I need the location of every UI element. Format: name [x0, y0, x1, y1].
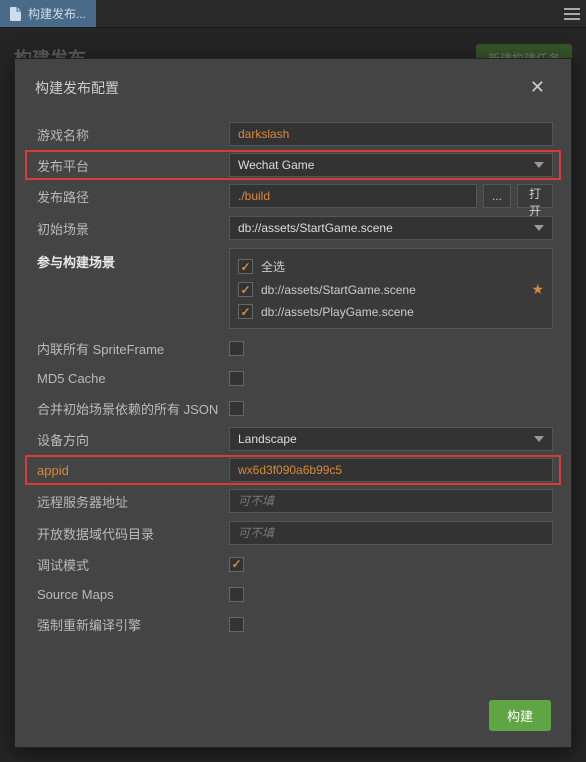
- row-open-data: 开放数据域代码目录: [33, 517, 553, 549]
- browse-button[interactable]: ...: [483, 184, 511, 208]
- hamburger-icon: [564, 8, 580, 20]
- open-data-input[interactable]: [229, 521, 553, 545]
- label-merge-json: 合并初始场景依赖的所有 JSON: [33, 399, 229, 418]
- document-icon: [10, 7, 22, 21]
- tab-build[interactable]: 构建发布...: [0, 0, 96, 27]
- select-all-label: 全选: [261, 258, 285, 275]
- md5-checkbox[interactable]: [229, 371, 244, 386]
- game-name-input[interactable]: [229, 122, 553, 146]
- label-start-scene: 初始场景: [33, 219, 229, 238]
- tab-bar: 构建发布...: [0, 0, 586, 28]
- row-platform: 发布平台 Wechat Game: [25, 150, 561, 180]
- select-all-checkbox[interactable]: [238, 259, 253, 274]
- chevron-down-icon: [534, 225, 544, 231]
- row-remote-server: 远程服务器地址: [33, 485, 553, 517]
- orientation-select[interactable]: Landscape: [229, 427, 553, 451]
- label-game-name: 游戏名称: [33, 125, 229, 144]
- label-scenes: 参与构建场景: [33, 248, 229, 271]
- inline-sprite-checkbox[interactable]: [229, 341, 244, 356]
- row-md5: MD5 Cache: [33, 363, 553, 393]
- row-source-maps: Source Maps: [33, 579, 553, 609]
- debug-checkbox[interactable]: [229, 557, 244, 572]
- row-debug: 调试模式: [33, 549, 553, 579]
- scene-path: db://assets/PlayGame.scene: [261, 305, 414, 319]
- menu-button[interactable]: [558, 0, 586, 27]
- label-inline-sprite: 内联所有 SpriteFrame: [33, 339, 229, 358]
- close-icon: ✕: [530, 77, 545, 97]
- chevron-down-icon: [534, 162, 544, 168]
- scene-item: db://assets/StartGame.scene ★: [238, 278, 544, 301]
- label-recompile: 强制重新编译引擎: [33, 615, 229, 634]
- row-appid: appid: [25, 455, 561, 485]
- orientation-value: Landscape: [238, 432, 297, 446]
- label-appid: appid: [33, 463, 229, 478]
- row-start-scene: 初始场景 db://assets/StartGame.scene: [33, 212, 553, 244]
- label-platform: 发布平台: [33, 156, 229, 175]
- appid-input[interactable]: [229, 458, 553, 482]
- platform-select[interactable]: Wechat Game: [229, 153, 553, 177]
- label-orientation: 设备方向: [33, 430, 229, 449]
- row-merge-json: 合并初始场景依赖的所有 JSON: [33, 393, 553, 423]
- modal-body: 游戏名称 发布平台 Wechat Game 发布路径 ... 打开: [15, 110, 571, 688]
- start-scene-select[interactable]: db://assets/StartGame.scene: [229, 216, 553, 240]
- remote-server-input[interactable]: [229, 489, 553, 513]
- row-scenes: 参与构建场景 全选 db://assets/StartGame.scene ★ …: [33, 244, 553, 333]
- merge-json-checkbox[interactable]: [229, 401, 244, 416]
- label-open-data: 开放数据域代码目录: [33, 524, 229, 543]
- open-button[interactable]: 打开: [517, 184, 553, 208]
- chevron-down-icon: [534, 436, 544, 442]
- modal-header: 构建发布配置 ✕: [15, 59, 571, 110]
- star-icon: ★: [531, 281, 544, 298]
- recompile-checkbox[interactable]: [229, 617, 244, 632]
- scene-checkbox[interactable]: [238, 304, 253, 319]
- label-source-maps: Source Maps: [33, 587, 229, 602]
- scene-select-all: 全选: [238, 255, 544, 278]
- label-remote-server: 远程服务器地址: [33, 492, 229, 511]
- build-path-input[interactable]: [229, 184, 477, 208]
- row-inline-sprite: 内联所有 SpriteFrame: [33, 333, 553, 363]
- label-build-path: 发布路径: [33, 187, 229, 206]
- scene-list: 全选 db://assets/StartGame.scene ★ db://as…: [229, 248, 553, 329]
- close-button[interactable]: ✕: [524, 75, 551, 100]
- scene-item: db://assets/PlayGame.scene: [238, 301, 544, 322]
- modal-footer: 构建: [15, 688, 571, 747]
- scene-path: db://assets/StartGame.scene: [261, 283, 416, 297]
- row-recompile: 强制重新编译引擎: [33, 609, 553, 639]
- row-orientation: 设备方向 Landscape: [33, 423, 553, 455]
- scene-checkbox[interactable]: [238, 282, 253, 297]
- row-build-path: 发布路径 ... 打开: [33, 180, 553, 212]
- build-config-modal: 构建发布配置 ✕ 游戏名称 发布平台 Wechat Game 发布路径: [14, 58, 572, 748]
- start-scene-value: db://assets/StartGame.scene: [238, 221, 393, 235]
- platform-select-value: Wechat Game: [238, 158, 314, 172]
- label-debug: 调试模式: [33, 555, 229, 574]
- tab-label: 构建发布...: [28, 5, 86, 22]
- build-button[interactable]: 构建: [489, 700, 551, 731]
- label-md5: MD5 Cache: [33, 371, 229, 386]
- modal-title: 构建发布配置: [35, 78, 119, 98]
- source-maps-checkbox[interactable]: [229, 587, 244, 602]
- row-game-name: 游戏名称: [33, 118, 553, 150]
